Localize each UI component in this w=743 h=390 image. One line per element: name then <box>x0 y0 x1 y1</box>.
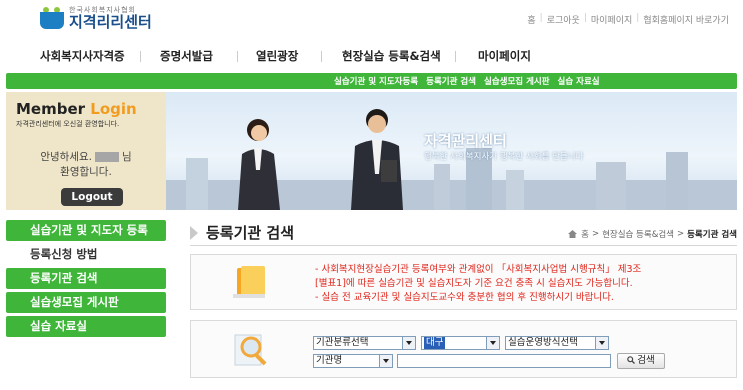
greeting-line2: 환영합니다. <box>60 166 112 178</box>
subnav-register[interactable]: 실습기관 및 지도자등록 <box>334 75 418 87</box>
businesswoman-image <box>238 119 280 210</box>
subnav-board[interactable]: 실습생모집 게시판 <box>484 75 550 87</box>
chevron-down-icon <box>486 337 499 349</box>
nav-divider <box>140 51 141 62</box>
sidebar-item-register[interactable]: 실습기관 및 지도자 등록 <box>6 220 166 241</box>
field-select-value: 기관명 <box>316 355 343 366</box>
util-link-home[interactable]: 홈 <box>527 13 535 26</box>
logo-icon <box>40 7 64 29</box>
nav-divider <box>321 51 322 62</box>
member-greeting: 안녕하세요. 님 환영합니다. <box>6 150 166 180</box>
breadcrumb: 홈 > 현장실습 등록&검색 > 등록기관 검색 <box>568 228 737 240</box>
banner-title: 자격관리센터 <box>424 132 507 150</box>
greeting-prefix: 안녕하세요. <box>40 151 92 163</box>
util-link-logout[interactable]: 로그아웃 <box>547 13 580 26</box>
breadcrumb-section[interactable]: 현장실습 등록&검색 <box>602 228 674 240</box>
category-select-value: 기관분류선택 <box>316 337 369 348</box>
sidebar-item-board[interactable]: 실습생모집 게시판 <box>6 292 166 313</box>
subnav-library[interactable]: 실습 자료실 <box>558 75 600 87</box>
utility-links: 홈 | 로그아웃 | 마이페이지 | 협회홈페이지 바로가기 <box>527 13 729 26</box>
sidebar: 실습기관 및 지도자 등록 등록신청 방법 등록기관 검색 실습생모집 게시판 … <box>6 220 166 340</box>
greeting-suffix: 님 <box>121 151 132 163</box>
search-icon <box>627 356 636 364</box>
sub-nav-bar: 실습기관 및 지도자등록 등록기관 검색 실습생모집 게시판 실습 자료실 <box>6 73 737 89</box>
notice-line: - 사회복지현장실습기관 등록여부와 관계없이 「사회복지사업법 시행규칙」 제… <box>315 264 642 275</box>
subnav-search[interactable]: 등록기관 검색 <box>426 75 476 87</box>
member-title-login: Login <box>90 100 137 118</box>
nav-divider <box>455 51 456 62</box>
member-title-member: Member <box>16 100 86 118</box>
member-welcome: 자격관리센터에 오신걸 환영합니다. <box>16 120 120 128</box>
region-select[interactable]: 대구 <box>421 336 500 350</box>
notice-line: - 실습 전 교육기관 및 실습지도교수와 충분한 협의 후 진행하시기 바랍니… <box>315 292 614 303</box>
banner-building <box>434 164 450 210</box>
search-input[interactable] <box>397 354 611 368</box>
logo-title: 지격리리센터 <box>69 12 152 31</box>
nav-item-mypage[interactable]: 마이페이지 <box>478 48 531 64</box>
banner-building <box>596 162 626 210</box>
main-banner: 자격관리센터 행복한 사회복지사가 행복한 사회를 만듭니다 <box>166 92 737 210</box>
breadcrumb-current: 등록기관 검색 <box>687 230 737 240</box>
redacted-username <box>94 152 119 162</box>
businessman-image <box>351 109 403 210</box>
banner-building <box>666 152 688 210</box>
method-select[interactable]: 실습운영방식선택 <box>505 336 609 350</box>
notice-line: [별표1]에 따른 실습기관 및 실습지도자 기준 요건 충족 시 실습지도 가… <box>315 278 633 289</box>
nav-item-certificate[interactable]: 사회복지사자격증 <box>40 48 125 64</box>
banner-building <box>506 170 524 210</box>
nav-divider <box>237 51 238 62</box>
nav-item-forum[interactable]: 열린광장 <box>256 48 298 64</box>
sidebar-item-register-method[interactable]: 등록신청 방법 <box>6 244 166 265</box>
book-icon <box>233 266 265 298</box>
breadcrumb-home[interactable]: 홈 <box>581 228 589 240</box>
field-select[interactable]: 기관명 <box>313 354 393 368</box>
logout-button[interactable]: Logout <box>61 188 123 206</box>
breadcrumb-separator: > <box>676 229 685 239</box>
banner-building <box>186 158 208 210</box>
breadcrumb-separator: > <box>591 229 600 239</box>
chevron-down-icon <box>595 337 608 349</box>
nav-item-practice[interactable]: 현장실습 등록&검색 <box>342 48 441 64</box>
sidebar-item-library[interactable]: 실습 자료실 <box>6 316 166 337</box>
home-icon <box>568 230 578 238</box>
search-button-label: 검색 <box>637 355 655 366</box>
util-separator: | <box>583 13 587 23</box>
member-box: Member Login 자격관리센터에 오신걸 환영합니다. 안녕하세요. 님 … <box>6 92 166 210</box>
title-divider <box>190 245 737 246</box>
main-nav: 사회복지사자격증 증명서발급 열린광장 현장실습 등록&검색 마이페이지 <box>0 42 743 70</box>
magnifier-icon <box>234 334 267 366</box>
title-arrow-icon <box>190 225 198 240</box>
sidebar-item-search[interactable]: 등록기관 검색 <box>6 268 166 289</box>
util-link-mypage[interactable]: 마이페이지 <box>591 13 632 26</box>
util-separator: | <box>539 13 543 23</box>
category-select[interactable]: 기관분류선택 <box>313 336 416 350</box>
site-logo[interactable]: 한국사회복지사협회 지격리리센터 <box>40 5 170 31</box>
util-link-association[interactable]: 협회홈페이지 바로가기 <box>643 13 729 26</box>
page-title-text: 등록기관 검색 <box>206 224 295 242</box>
member-title: Member Login <box>16 100 137 118</box>
notice-box: - 사회복지현장실습기관 등록여부와 관계없이 「사회복지사업법 시행규칙」 제… <box>190 254 737 310</box>
region-select-value: 대구 <box>424 337 446 349</box>
search-box: 기관분류선택 대구 실습운영방식선택 기관명 검색 <box>190 320 737 378</box>
nav-item-issuance[interactable]: 증명서발급 <box>160 48 213 64</box>
util-separator: | <box>636 13 640 23</box>
chevron-down-icon <box>402 337 415 349</box>
banner-subtitle: 행복한 사회복지사가 행복한 사회를 만듭니다 <box>424 152 584 162</box>
chevron-down-icon <box>379 355 392 367</box>
method-select-value: 실습운영방식선택 <box>508 337 578 348</box>
page-title: 등록기관 검색 <box>190 222 294 243</box>
search-button[interactable]: 검색 <box>617 353 665 369</box>
